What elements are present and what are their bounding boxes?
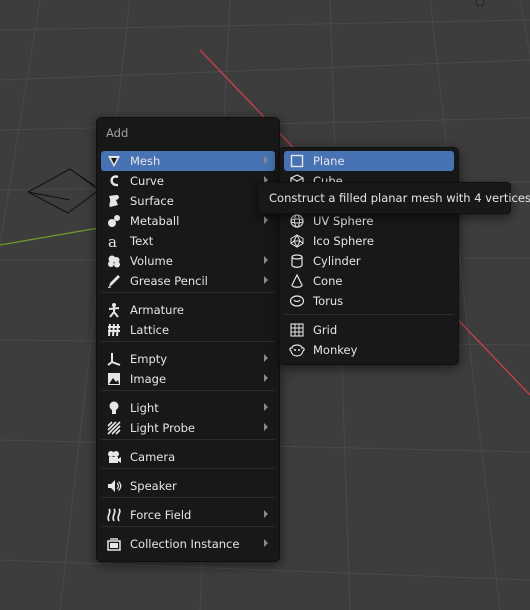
- menu-item-label: Surface: [130, 194, 174, 208]
- menu-item-armature[interactable]: Armature: [101, 300, 275, 320]
- tooltip: Construct a filled planar mesh with 4 ve…: [257, 182, 530, 214]
- menu-separator: [284, 314, 454, 315]
- menu-item-speaker[interactable]: Speaker: [101, 476, 275, 496]
- menu-item-cylinder[interactable]: Cylinder: [284, 251, 454, 271]
- submenu-arrow-icon: [264, 276, 268, 284]
- menu-separator: [101, 497, 275, 498]
- menu-item-label: Lattice: [130, 323, 170, 337]
- menu-item-label: Empty: [130, 352, 168, 366]
- menu-separator: [101, 341, 275, 342]
- menu-item-label: Camera: [130, 450, 176, 464]
- monkey-icon: [289, 342, 305, 358]
- menu-item-metaball[interactable]: Metaball: [101, 211, 275, 231]
- uv-sphere-icon: [289, 213, 305, 229]
- surface-icon: [106, 193, 122, 209]
- menu-item-torus[interactable]: Torus: [284, 291, 454, 311]
- add-menu: Add Mesh Curve Surface Metaball a Text Volume G…: [96, 117, 280, 562]
- menu-item-monkey[interactable]: Monkey: [284, 340, 454, 360]
- submenu-arrow-icon: [264, 216, 268, 224]
- menu-item-grease-pencil[interactable]: Grease Pencil: [101, 271, 275, 291]
- camera-icon: [106, 449, 122, 465]
- mesh-submenu: PlaneCubeCircleUV SphereIco SphereCylind…: [279, 147, 459, 365]
- menu-item-image[interactable]: Image: [101, 369, 275, 389]
- text-icon: a: [106, 233, 122, 249]
- menu-item-empty[interactable]: Empty: [101, 349, 275, 369]
- menu-item-surface[interactable]: Surface: [101, 191, 275, 211]
- ico-sphere-icon: [289, 233, 305, 249]
- submenu-arrow-icon: [264, 256, 268, 264]
- empty-icon: [106, 351, 122, 367]
- menu-item-mesh[interactable]: Mesh: [101, 151, 275, 171]
- menu-item-label: Force Field: [130, 508, 192, 522]
- menu-item-label: Mesh: [130, 154, 161, 168]
- grid-icon: [289, 322, 305, 338]
- menu-item-label: Metaball: [130, 214, 180, 228]
- menu-item-label: Curve: [130, 174, 164, 188]
- menu-item-lattice[interactable]: Lattice: [101, 320, 275, 340]
- menu-item-label: Text: [130, 234, 154, 248]
- menu-separator: [101, 292, 275, 293]
- submenu-arrow-icon: [264, 156, 268, 164]
- menu-item-label: Torus: [313, 294, 344, 308]
- lattice-icon: [106, 322, 122, 338]
- curve-icon: [106, 173, 122, 189]
- cone-icon: [289, 273, 305, 289]
- menu-item-label: UV Sphere: [313, 214, 374, 228]
- menu-separator: [101, 439, 275, 440]
- menu-item-label: Volume: [130, 254, 173, 268]
- menu-item-label: Image: [130, 372, 167, 386]
- submenu-arrow-icon: [264, 354, 268, 362]
- menu-item-label: Cone: [313, 274, 343, 288]
- light-probe-icon: [106, 420, 122, 436]
- menu-item-uv-sphere[interactable]: UV Sphere: [284, 211, 454, 231]
- speaker-icon: [106, 478, 122, 494]
- cylinder-icon: [289, 253, 305, 269]
- metaball-icon: [106, 213, 122, 229]
- plane-icon: [289, 153, 305, 169]
- menu-item-label: Grid: [313, 323, 338, 337]
- submenu-arrow-icon: [264, 403, 268, 411]
- mesh-icon: [106, 153, 122, 169]
- menu-item-cone[interactable]: Cone: [284, 271, 454, 291]
- menu-item-ico-sphere[interactable]: Ico Sphere: [284, 231, 454, 251]
- menu-item-curve[interactable]: Curve: [101, 171, 275, 191]
- menu-title: Add: [106, 126, 129, 140]
- menu-item-label: Armature: [130, 303, 184, 317]
- tooltip-text: Construct a filled planar mesh with 4 ve…: [269, 191, 530, 205]
- menu-item-plane[interactable]: Plane: [284, 151, 454, 171]
- submenu-arrow-icon: [264, 510, 268, 518]
- submenu-arrow-icon: [264, 374, 268, 382]
- menu-item-label: Cylinder: [313, 254, 361, 268]
- menu-item-force-field[interactable]: Force Field: [101, 505, 275, 525]
- menu-item-collection-instance[interactable]: Collection Instance: [101, 534, 275, 554]
- menu-separator: [101, 468, 275, 469]
- image-icon: [106, 371, 122, 387]
- menu-item-label: Plane: [313, 154, 345, 168]
- grease-pencil-icon: [106, 273, 122, 289]
- volume-icon: [106, 253, 122, 269]
- menu-item-volume[interactable]: Volume: [101, 251, 275, 271]
- menu-item-label: Ico Sphere: [313, 234, 374, 248]
- menu-item-label: Light: [130, 401, 159, 415]
- menu-separator: [101, 390, 275, 391]
- submenu-arrow-icon: [264, 539, 268, 547]
- menu-item-label: Speaker: [130, 479, 177, 493]
- light-icon: [106, 400, 122, 416]
- menu-item-light-probe[interactable]: Light Probe: [101, 418, 275, 438]
- menu-item-grid[interactable]: Grid: [284, 320, 454, 340]
- menu-item-label: Light Probe: [130, 421, 195, 435]
- menu-item-camera[interactable]: Camera: [101, 447, 275, 467]
- menu-item-label: Monkey: [313, 343, 358, 357]
- menu-separator: [101, 526, 275, 527]
- collection-instance-icon: [106, 536, 122, 552]
- force-field-icon: [106, 507, 122, 523]
- menu-item-label: Grease Pencil: [130, 274, 208, 288]
- submenu-arrow-icon: [264, 423, 268, 431]
- armature-icon: [106, 302, 122, 318]
- svg-text:a: a: [108, 233, 117, 249]
- menu-item-text[interactable]: a Text: [101, 231, 275, 251]
- torus-icon: [289, 293, 305, 309]
- menu-item-light[interactable]: Light: [101, 398, 275, 418]
- menu-item-label: Collection Instance: [130, 537, 240, 551]
